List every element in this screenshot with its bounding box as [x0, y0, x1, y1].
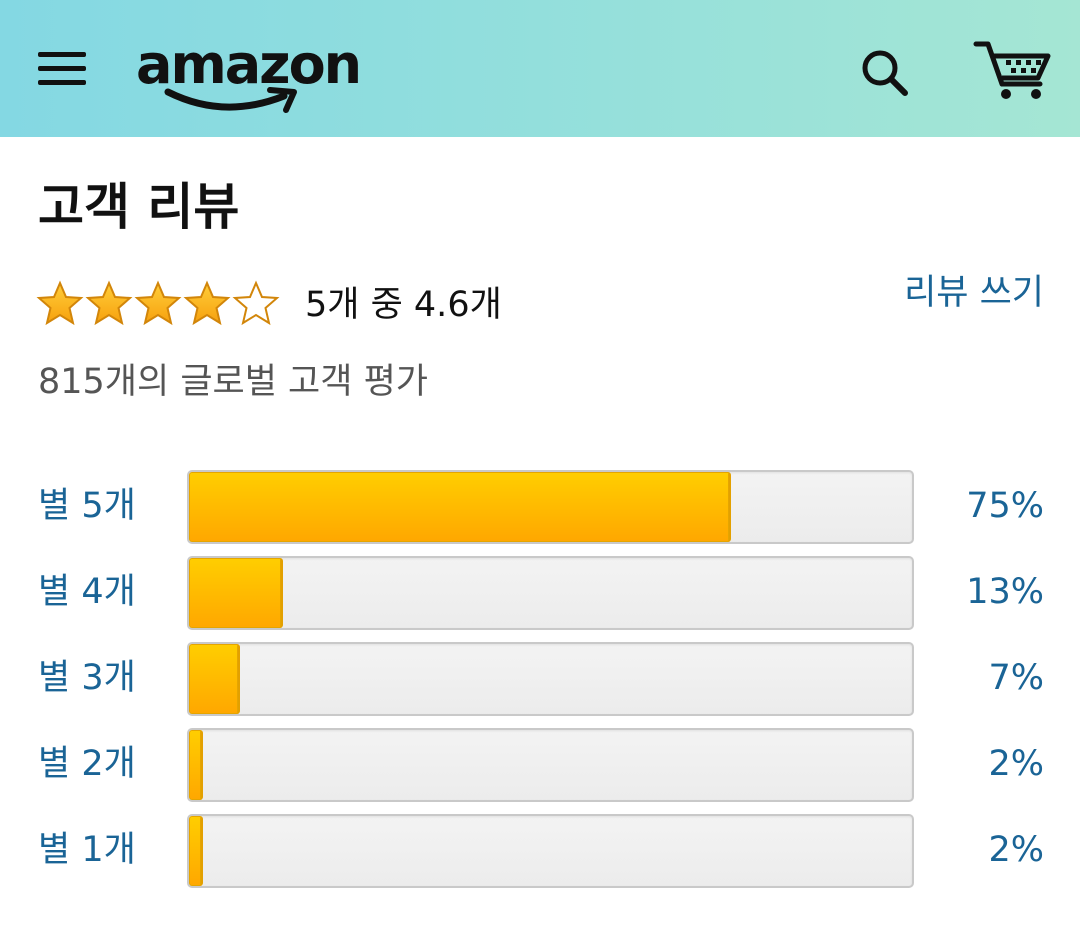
histogram-percent[interactable]: 13% — [966, 567, 1044, 617]
histogram-label[interactable]: 별 3개 — [38, 653, 136, 703]
histogram-bar[interactable] — [187, 642, 914, 716]
histogram-percent[interactable]: 75% — [966, 481, 1044, 531]
histogram-row-5-star[interactable]: 별 5개 75% — [0, 468, 1080, 546]
cart-icon[interactable] — [972, 38, 1054, 102]
histogram-bar[interactable] — [187, 814, 914, 888]
smile-arrow-icon — [164, 87, 297, 113]
histogram-label[interactable]: 별 4개 — [38, 567, 136, 617]
top-navigation-bar: amazon — [0, 0, 1080, 137]
histogram-row-2-star[interactable]: 별 2개 2% — [0, 726, 1080, 804]
search-icon[interactable] — [858, 46, 912, 100]
amazon-logo[interactable]: amazon — [136, 30, 362, 116]
histogram-percent[interactable]: 2% — [988, 739, 1044, 789]
histogram-bar[interactable] — [187, 728, 914, 802]
hamburger-menu-icon[interactable] — [38, 48, 88, 90]
star-icon — [87, 282, 131, 324]
star-icon — [185, 282, 229, 324]
histogram-label[interactable]: 별 2개 — [38, 739, 136, 789]
histogram-row-3-star[interactable]: 별 3개 7% — [0, 640, 1080, 718]
histogram-label[interactable]: 별 5개 — [38, 481, 136, 531]
histogram-bar-fill — [189, 730, 204, 800]
histogram-percent[interactable]: 2% — [988, 825, 1044, 875]
histogram-bar-fill — [189, 472, 732, 542]
write-review-link[interactable]: 리뷰 쓰기 — [904, 270, 1044, 316]
histogram-bar-fill — [189, 644, 240, 714]
star-icon — [38, 282, 82, 324]
star-icon — [234, 282, 278, 324]
page-title: 고객 리뷰 — [38, 178, 240, 236]
histogram-row-1-star[interactable]: 별 1개 2% — [0, 812, 1080, 890]
global-ratings-count: 815개의 글로벌 고객 평가 — [38, 362, 428, 402]
average-rating-text: 5개 중 4.6개 — [305, 285, 502, 325]
histogram-bar-fill — [189, 558, 283, 628]
histogram-bar-fill — [189, 816, 204, 886]
histogram-bar[interactable] — [187, 556, 914, 630]
histogram-bar[interactable] — [187, 470, 914, 544]
histogram-row-4-star[interactable]: 별 4개 13% — [0, 554, 1080, 632]
histogram-percent[interactable]: 7% — [988, 653, 1044, 703]
histogram-label[interactable]: 별 1개 — [38, 825, 136, 875]
star-rating-icon — [38, 282, 278, 324]
star-icon — [136, 282, 180, 324]
